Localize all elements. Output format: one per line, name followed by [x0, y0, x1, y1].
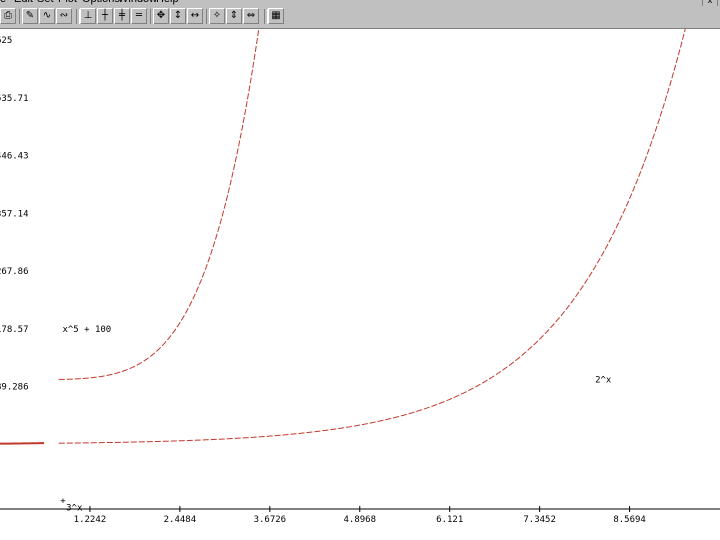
- grid-button[interactable]: ▦: [268, 8, 284, 24]
- menu-item-edit[interactable]: Edit: [14, 0, 33, 5]
- x-tick-label: 1.2242: [74, 515, 107, 525]
- x-tick-label: 8.5694: [613, 515, 646, 525]
- y-tick-label: 625: [0, 36, 12, 46]
- tick-axes-icon: ╪: [118, 10, 126, 21]
- y-tick-label: 535.71: [0, 94, 29, 104]
- grid-icon: ▦: [271, 10, 281, 21]
- toolbar-separator: [150, 9, 154, 24]
- menu-item-set[interactable]: Set: [37, 0, 54, 5]
- x-tick-label: 7.3452: [523, 515, 556, 525]
- axes-button[interactable]: ⊥: [80, 8, 96, 24]
- curve-cross-button[interactable]: ∾: [56, 8, 72, 24]
- x-tick-label: 2.4484: [164, 515, 197, 525]
- toolbar-separator: [19, 9, 23, 24]
- y-tick-label: 357.14: [0, 209, 29, 219]
- tick-axes-button[interactable]: ╪: [114, 8, 130, 24]
- toolbar-separator: [206, 9, 210, 24]
- line-button[interactable]: ═: [131, 8, 147, 24]
- series-label: 2^x: [595, 376, 612, 386]
- cross-axes-icon: ┼: [101, 10, 109, 21]
- y-tick-label: 267.86: [0, 267, 29, 277]
- zoom-vertical-button[interactable]: ↕: [170, 8, 186, 24]
- toolbar-separator: [76, 9, 80, 24]
- y-tick-label: 446.43: [0, 152, 29, 162]
- line-icon: ═: [135, 10, 143, 21]
- menu-item-options[interactable]: Options: [82, 0, 120, 5]
- curve-button[interactable]: ∿: [39, 8, 55, 24]
- zoom-horizontal-icon: ↔: [190, 10, 200, 21]
- y-tick-label: 89.286: [0, 383, 29, 393]
- cross-axes-button[interactable]: ┼: [97, 8, 113, 24]
- print-icon: ⎙: [4, 10, 12, 21]
- zoom-horizontal-button[interactable]: ↔: [187, 8, 203, 24]
- curve-cross-icon: ∾: [59, 10, 69, 21]
- center-button[interactable]: ✧: [209, 8, 225, 24]
- y-tick-label: 178.57: [0, 325, 29, 335]
- series-label: 3^x: [66, 504, 83, 514]
- pencil-button[interactable]: ✎: [22, 8, 38, 24]
- axes-icon: ⊥: [83, 10, 93, 21]
- print-button[interactable]: ⎙: [0, 8, 16, 24]
- pencil-icon: ✎: [25, 10, 35, 21]
- shrink-vertical-button[interactable]: ⇕: [226, 8, 242, 24]
- x-tick-label: 3.6726: [254, 515, 287, 525]
- series-line-pow3: [0, 442, 45, 445]
- menu-item-window[interactable]: Window: [118, 0, 157, 5]
- x-tick-label: 4.8968: [344, 515, 377, 525]
- shrink-vertical-icon: ⇕: [229, 10, 239, 21]
- center-icon: ✧: [212, 10, 222, 21]
- toolbar: ⎙ ✎ ∿ ∾ ⊥ ┼ ╪ ═ ✥ ↕ ↔ ✧ ⇕ ⇔ ▦: [0, 6, 720, 29]
- shrink-horizontal-button[interactable]: ⇔: [243, 8, 259, 24]
- zoom-vertical-icon: ↕: [173, 10, 183, 21]
- pan-button[interactable]: ✥: [153, 8, 169, 24]
- menu-item-e[interactable]: e: [0, 0, 6, 5]
- pan-icon: ✥: [156, 10, 166, 21]
- menu-item-plot[interactable]: Plot: [58, 0, 77, 5]
- shrink-horizontal-icon: ⇔: [246, 10, 256, 21]
- series-label: x^5 + 100: [62, 325, 111, 335]
- point-marker: +: [60, 497, 66, 507]
- toolbar-separator: [264, 9, 268, 24]
- curve-icon: ∿: [42, 10, 52, 21]
- x-tick-label: 6.121: [436, 515, 463, 525]
- menu-item-help[interactable]: Help: [156, 0, 179, 5]
- plot-area[interactable]: 1.2242 2.4484 3.6726 4.8968 6.121 7.3452 8.569…: [0, 29, 720, 540]
